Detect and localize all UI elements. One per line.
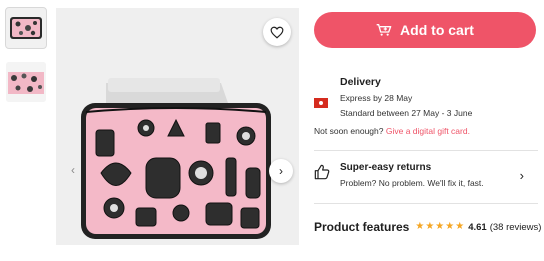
thumbnail-list xyxy=(5,7,48,116)
divider xyxy=(314,203,538,204)
hong-kong-flag-icon xyxy=(314,98,328,108)
delivery-title: Delivery xyxy=(340,76,381,88)
thumbnail-laptop-sleeve[interactable] xyxy=(5,7,47,49)
laptop-sleeve-thumb-image xyxy=(6,8,46,48)
chevron-left-icon[interactable]: ‹ xyxy=(64,161,82,179)
gift-card-link[interactable]: Give a digital gift card. xyxy=(386,126,470,136)
standard-delivery: Standard between 27 May - 3 June xyxy=(340,108,473,118)
divider xyxy=(314,150,538,151)
delivery-note: Not soon enough? Give a digital gift car… xyxy=(314,126,538,136)
star-icon: ★ xyxy=(415,221,425,232)
main-product-image: ‹ › xyxy=(56,8,299,245)
favorite-button[interactable] xyxy=(263,18,291,46)
rating-stars: ★ ★ ★ ★ ★ xyxy=(415,222,465,232)
chevron-right-icon: › xyxy=(279,164,283,178)
star-icon: ★ xyxy=(455,221,465,232)
note-prefix: Not soon enough? xyxy=(314,126,384,136)
product-features-row[interactable]: Product features ★ ★ ★ ★ ★ 4.61 (38 revi… xyxy=(314,220,542,234)
rating-value: 4.61 xyxy=(468,221,487,233)
next-image-button[interactable]: › xyxy=(269,159,293,183)
returns-subtitle: Problem? No problem. We'll fix it, fast. xyxy=(340,178,484,188)
express-delivery: Express by 28 May xyxy=(340,93,413,103)
heart-outline-icon xyxy=(270,26,284,39)
returns-row[interactable]: Super-easy returns Problem? No problem. … xyxy=(314,160,538,192)
delivery-section: Delivery Express by 28 May Standard betw… xyxy=(314,76,538,136)
add-to-cart-button[interactable]: Add to cart xyxy=(314,12,536,48)
thumbnail-pattern-closeup[interactable] xyxy=(6,62,46,102)
star-icon: ★ xyxy=(425,221,435,232)
cart-plus-icon xyxy=(376,23,392,36)
add-to-cart-label: Add to cart xyxy=(400,22,474,38)
thumbs-up-icon xyxy=(314,164,330,180)
review-count[interactable]: (38 reviews) xyxy=(490,222,542,233)
chevron-right-icon: › xyxy=(519,168,524,183)
star-icon: ★ xyxy=(435,221,445,232)
laptop-sleeve-image xyxy=(56,8,299,245)
star-icon: ★ xyxy=(445,221,455,232)
pattern-thumb-image xyxy=(6,62,46,102)
product-features-title: Product features xyxy=(314,220,410,234)
returns-title: Super-easy returns xyxy=(340,162,432,173)
